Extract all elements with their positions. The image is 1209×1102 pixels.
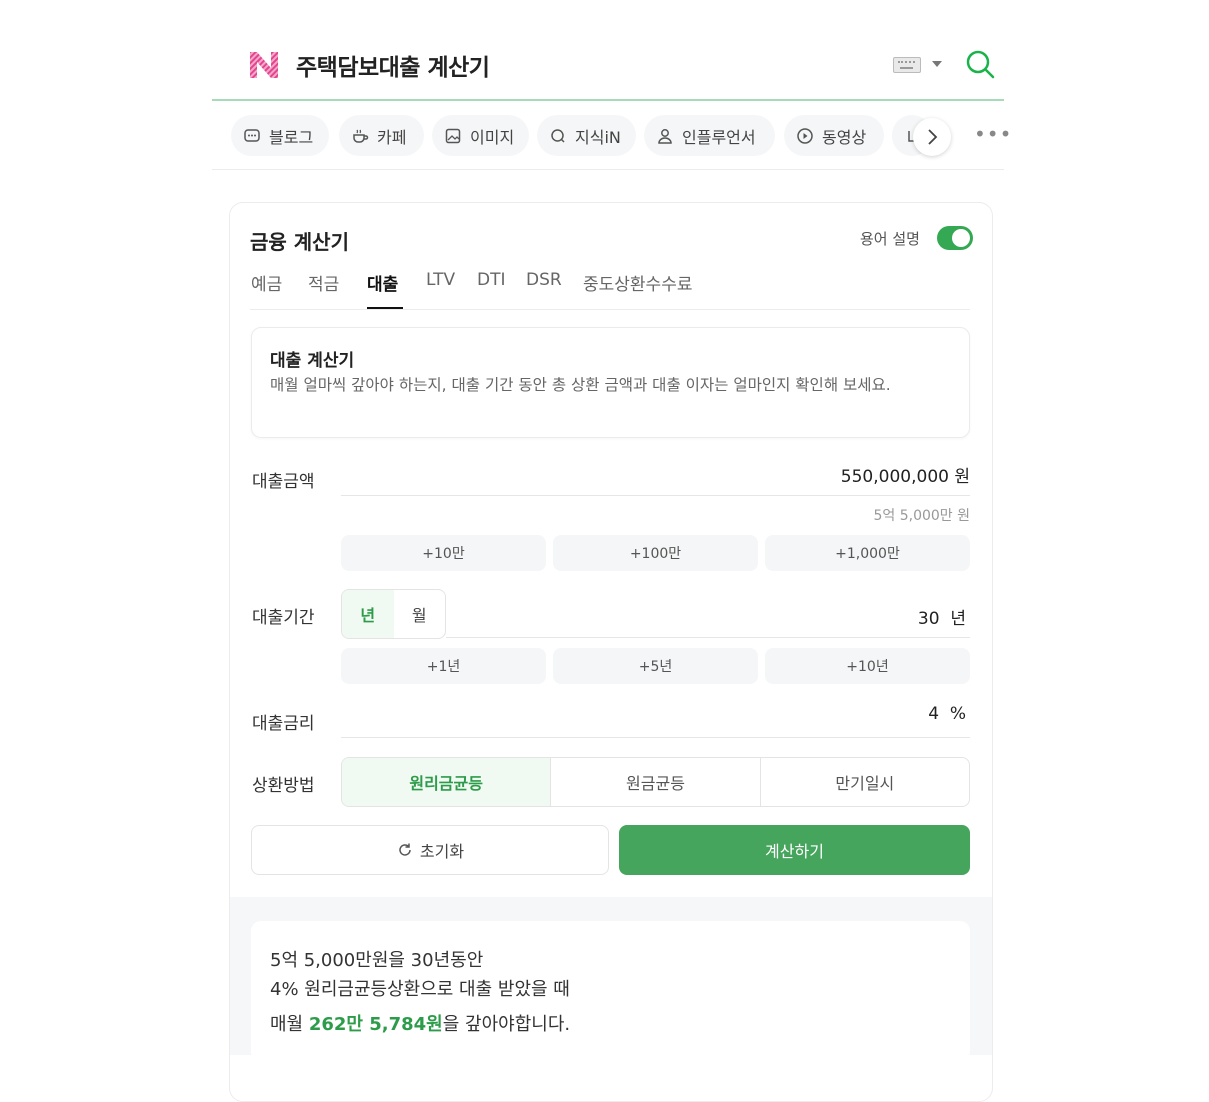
chip-label: 블로그 — [269, 127, 314, 147]
method-label: 상환방법 — [252, 776, 315, 796]
header-divider — [212, 99, 1004, 101]
rate-input[interactable]: 4 % — [700, 704, 966, 724]
period-unit-toggle: 년 월 — [341, 589, 446, 639]
term-toggle[interactable] — [937, 226, 973, 250]
search-icon[interactable] — [964, 48, 996, 80]
amount-label: 대출금액 — [252, 472, 315, 492]
rate-value: 4 — [928, 704, 940, 724]
amount-underline — [341, 495, 970, 496]
page-title: 주택담보대출 계산기 — [296, 55, 490, 81]
naver-logo[interactable] — [247, 48, 281, 82]
chip-label: 이미지 — [470, 127, 515, 147]
chip-influencer[interactable]: 인플루언서 — [644, 115, 775, 156]
calculate-button[interactable]: 계산하기 — [619, 825, 970, 875]
tab-savings[interactable]: 적금 — [308, 270, 339, 295]
keyboard-icon[interactable] — [893, 57, 921, 73]
tab-deposit[interactable]: 예금 — [251, 270, 282, 295]
period-value: 30 — [917, 609, 940, 629]
result-line-1: 5억 5,000만원을 30년동안 — [270, 950, 484, 971]
chevron-right-icon[interactable] — [913, 118, 951, 156]
method-equal-principal[interactable]: 원금균등 — [550, 758, 759, 806]
add-1m-button[interactable]: +100만 — [553, 535, 758, 571]
chip-image[interactable]: 이미지 — [432, 115, 529, 156]
info-title: 대출 계산기 — [270, 351, 355, 371]
rate-underline — [341, 737, 970, 738]
period-unit: 년 — [950, 609, 966, 629]
add-10y-button[interactable]: +10년 — [765, 648, 970, 684]
result-suffix: 을 갚아야합니다. — [442, 1014, 571, 1035]
more-icon[interactable]: ••• — [974, 122, 1012, 146]
method-equal-payment[interactable]: 원리금균등 — [342, 758, 551, 806]
chips-divider — [212, 169, 1004, 170]
chip-cafe[interactable]: 카페 — [339, 115, 424, 156]
reset-button[interactable]: 초기화 — [251, 825, 609, 875]
chip-label: 동영상 — [822, 127, 867, 147]
rate-label: 대출금리 — [252, 714, 315, 734]
result-line-3: 매월 262만 5,784원을 갚아야합니다. — [270, 1010, 570, 1036]
tab-dsr[interactable]: DSR — [526, 270, 562, 290]
cafe-icon — [353, 129, 369, 143]
period-input[interactable]: 30 년 — [700, 604, 966, 629]
chip-label: 카페 — [377, 127, 407, 147]
reset-label: 초기화 — [419, 842, 465, 861]
add-10m-button[interactable]: +1,000만 — [765, 535, 970, 571]
amount-input[interactable]: 550,000,000 원 — [700, 462, 970, 487]
amount-unit: 원 — [954, 467, 970, 487]
chip-label: 인플루언서 — [682, 127, 756, 147]
chip-video[interactable]: 동영상 — [784, 115, 884, 156]
tab-prepayment-fee[interactable]: 중도상환수수료 — [583, 270, 692, 295]
period-unit-year[interactable]: 년 — [342, 590, 394, 638]
refresh-icon — [399, 843, 411, 856]
video-icon — [797, 127, 813, 144]
rate-unit: % — [949, 704, 966, 724]
method-bullet[interactable]: 만기일시 — [759, 758, 969, 806]
term-toggle-label: 용어 설명 — [860, 230, 920, 248]
monthly-payment: 262만 5,784원 — [308, 1014, 443, 1035]
amount-value: 550,000,000 — [840, 467, 949, 487]
tab-dti[interactable]: DTI — [477, 270, 506, 290]
tabs-divider — [250, 309, 970, 310]
calculator-title: 금융 계산기 — [250, 230, 349, 254]
add-5y-button[interactable]: +5년 — [553, 648, 758, 684]
chevron-down-icon[interactable] — [932, 61, 942, 67]
tab-ltv[interactable]: LTV — [426, 270, 455, 290]
method-selector: 원리금균등 원금균등 만기일시 — [341, 757, 970, 807]
result-line-2: 4% 원리금균등상환으로 대출 받았을 때 — [270, 979, 570, 1000]
period-underline — [446, 637, 970, 638]
kin-icon — [551, 128, 565, 143]
period-label: 대출기간 — [252, 608, 315, 628]
chip-label: 지식iN — [575, 127, 621, 147]
add-100k-button[interactable]: +10만 — [341, 535, 546, 571]
info-description: 매월 얼마씩 갚아야 하는지, 대출 기간 동안 총 상환 금액과 대출 이자는… — [270, 376, 891, 394]
add-1y-button[interactable]: +1년 — [341, 648, 546, 684]
chip-kin[interactable]: 지식iN — [537, 115, 636, 156]
result-prefix: 매월 — [270, 1014, 309, 1035]
chip-blog[interactable]: 블로그 — [231, 115, 329, 156]
blog-icon — [244, 128, 260, 142]
amount-korean: 5억 5,000만 원 — [873, 508, 970, 524]
image-icon — [445, 128, 461, 143]
tab-loan[interactable]: 대출 — [367, 270, 398, 295]
period-unit-month[interactable]: 월 — [394, 590, 446, 638]
influencer-icon — [658, 128, 672, 144]
